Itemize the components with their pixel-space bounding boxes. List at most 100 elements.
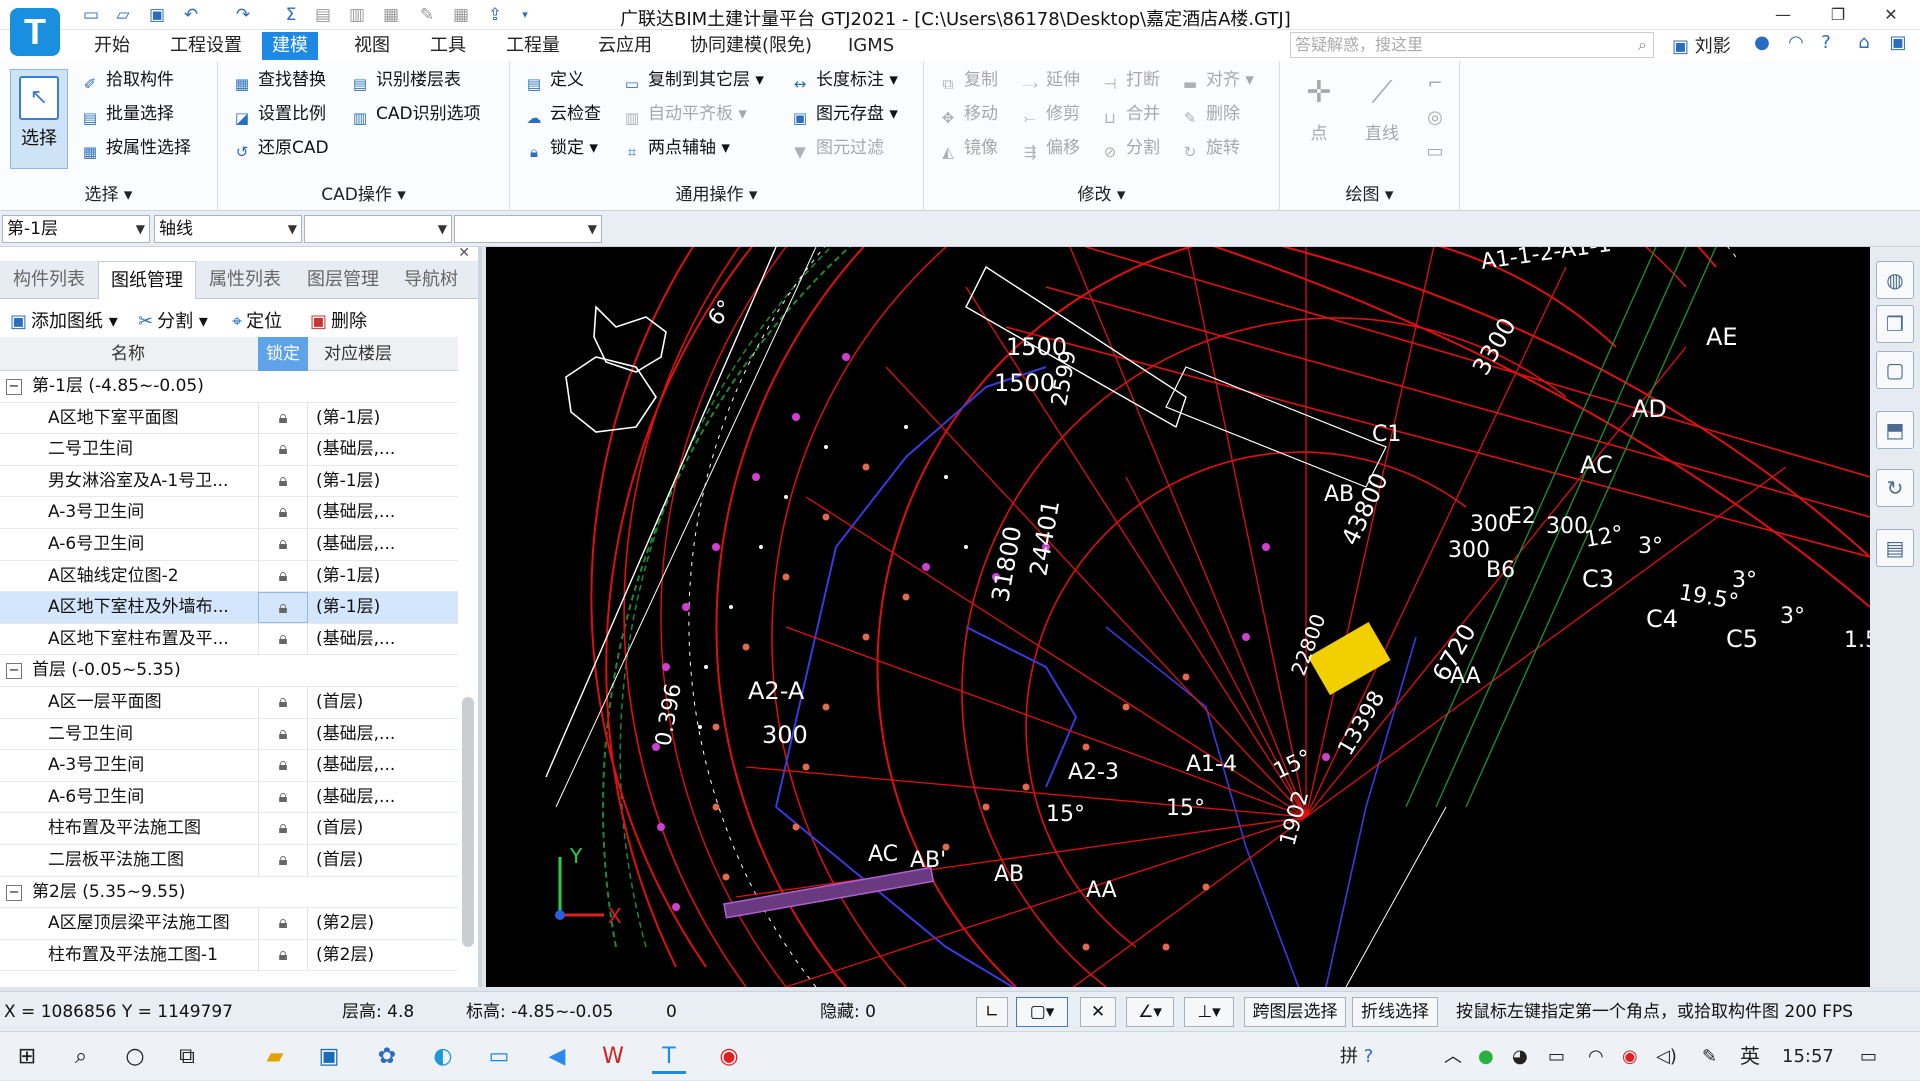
component-type-select[interactable]: 轴线 ▼ xyxy=(154,215,302,243)
globe-view-icon[interactable]: ◍ xyxy=(1876,261,1914,299)
cross-layer-select-button[interactable]: 跨图层选择 xyxy=(1244,997,1346,1027)
floor-select[interactable]: 第-1层 ▼ xyxy=(2,215,150,243)
save-elements-button[interactable]: ▣ 图元存盘 ▾ xyxy=(788,99,898,129)
save-icon[interactable]: ▣ xyxy=(146,4,168,26)
table-row[interactable]: A区地下室柱布置及平... 🔒︎ (基础层,... xyxy=(0,623,458,656)
panel-scrollbar[interactable] xyxy=(462,697,474,947)
headset-icon[interactable]: ◠ xyxy=(1784,32,1808,58)
redo-icon[interactable]: ↷ xyxy=(232,4,254,26)
group-label-draw[interactable]: 绘图 ▾ xyxy=(1280,180,1459,205)
view-cube-icon[interactable]: ⬒ xyxy=(1876,411,1914,449)
check-icon[interactable]: ▦ xyxy=(380,4,402,26)
table-row[interactable]: A区轴线定位图-2 🔒︎ (第-1层) xyxy=(0,560,458,593)
lock-icon[interactable]: 🔒︎ xyxy=(258,939,308,971)
mirror-button[interactable]: ◭ 镜像 xyxy=(936,133,998,163)
close-button[interactable]: ✕ xyxy=(1876,3,1906,27)
cad-canvas[interactable]: A1-1-2-A1-1 1500 1500 2599 31800 24401 4… xyxy=(486,247,1870,987)
group-label-common[interactable]: 通用操作 ▾ xyxy=(510,180,923,205)
tab-property-list[interactable]: 属性列表 xyxy=(196,261,294,299)
table-row[interactable]: A区一层平面图 🔒︎ (首层) xyxy=(0,687,458,719)
menu-quantity[interactable]: 工程量 xyxy=(496,32,570,60)
app-window-icon[interactable]: ▭ xyxy=(482,1040,516,1074)
lock-icon[interactable]: 🔒︎ xyxy=(258,434,308,466)
lock-icon[interactable]: 🔒︎ xyxy=(258,687,308,718)
battery-icon[interactable]: ▭ xyxy=(1548,1032,1565,1081)
grid-icon[interactable]: ▦ xyxy=(450,4,472,26)
lock-icon[interactable]: 🔒︎ xyxy=(258,750,308,782)
store-icon[interactable]: ▣ xyxy=(312,1040,346,1074)
menu-tools[interactable]: 工具 xyxy=(420,32,476,60)
netease-tray-icon[interactable]: ◉ xyxy=(1622,1032,1638,1081)
search-icon[interactable]: ⌕ xyxy=(1638,33,1647,57)
wps-icon[interactable]: W xyxy=(596,1040,630,1074)
identify-floor-table-button[interactable]: ▤ 识别楼层表 xyxy=(348,65,461,95)
move-button[interactable]: ✥ 移动 xyxy=(936,99,998,129)
edge-icon[interactable]: ◐ xyxy=(426,1040,460,1074)
snap-icon[interactable]: ▢▾ xyxy=(1016,997,1068,1027)
offset-button[interactable]: ⇶ 偏移 xyxy=(1018,133,1080,163)
arc-icon[interactable]: ⌐ xyxy=(1420,67,1450,101)
lock-icon[interactable]: 🔒︎ xyxy=(258,402,308,434)
lock-button[interactable]: 🔒︎ 锁定 ▾ xyxy=(522,133,598,163)
select-big-button[interactable]: ↖ 选择 xyxy=(10,69,68,169)
restore-button[interactable]: ❐ xyxy=(1823,3,1853,27)
table-row[interactable]: 柱布置及平法施工图 🔒︎ (首层) xyxy=(0,813,458,845)
qq-icon[interactable]: ◕ xyxy=(1512,1032,1528,1081)
rotate-button[interactable]: ↻ 旋转 xyxy=(1178,133,1240,163)
lock-icon[interactable]: 🔒︎ xyxy=(258,529,308,560)
minimize-button[interactable]: — xyxy=(1768,3,1798,27)
extend-button[interactable]: ⤏ 延伸 xyxy=(1018,65,1080,95)
table-row[interactable]: 柱布置及平法施工图-1 🔒︎ (第2层) xyxy=(0,939,458,971)
tree-group-row[interactable]: − 首层 (-0.05~5.35) xyxy=(0,655,458,687)
search-icon[interactable]: ⌕ xyxy=(64,1040,98,1074)
cloud-check-button[interactable]: ☁ 云检查 xyxy=(522,99,602,129)
define-button[interactable]: ▤ 定义 xyxy=(522,65,584,95)
align-button[interactable]: ▬ 对齐 ▾ xyxy=(1178,65,1254,95)
angle-icon[interactable]: ∠▾ xyxy=(1126,997,1174,1027)
add-drawing-button[interactable]: ▣ 添加图纸 ▾ xyxy=(10,307,118,333)
ortho-icon[interactable]: ∟ xyxy=(976,997,1008,1027)
header-lock[interactable]: 锁定 xyxy=(258,337,308,371)
menu-view[interactable]: 视图 xyxy=(344,32,400,60)
header-name[interactable]: 名称 xyxy=(0,337,256,371)
restore-cad-button[interactable]: ↺ 还原CAD xyxy=(230,133,329,163)
table-row[interactable]: 二号卫生间 🔒︎ (基础层,... xyxy=(0,434,458,466)
table-row[interactable]: A区屋顶层梁平法施工图 🔒︎ (第2层) xyxy=(0,908,458,940)
lock-icon[interactable]: 🔒︎ xyxy=(258,560,308,592)
glodon-taskbar-icon[interactable]: T xyxy=(652,1040,686,1074)
lock-icon[interactable]: 🔒︎ xyxy=(258,592,308,624)
wechat-icon[interactable]: ● xyxy=(1478,1032,1494,1081)
export-icon[interactable]: ⇪ xyxy=(484,4,506,26)
lock-icon[interactable]: 🔒︎ xyxy=(258,718,308,750)
dynamic-input-icon[interactable]: ⊥▾ xyxy=(1184,997,1234,1027)
cortana-icon[interactable]: ○ xyxy=(118,1040,152,1074)
line-button[interactable]: ⟋ 直线 xyxy=(1354,67,1410,151)
tree-group-row[interactable]: − 第2层 (5.35~9.55) xyxy=(0,877,458,909)
customize-dropdown-icon[interactable]: ▾ xyxy=(514,4,536,26)
new-file-icon[interactable]: ▭ xyxy=(80,4,102,26)
pen-icon[interactable]: ✎ xyxy=(416,4,438,26)
report-icon[interactable]: ▤ xyxy=(312,4,334,26)
tab-drawing-management[interactable]: 图纸管理 xyxy=(98,261,196,299)
menu-igms[interactable]: IGMS xyxy=(838,32,904,60)
break-button[interactable]: ⊣ 打断 xyxy=(1098,65,1160,95)
view-3d-icon[interactable]: ❒ xyxy=(1876,305,1914,343)
view-top-icon[interactable]: ▢ xyxy=(1876,351,1914,389)
subcomponent-select[interactable]: ▼ xyxy=(454,215,602,243)
netease-icon[interactable]: ◉ xyxy=(712,1040,746,1074)
batch-select-button[interactable]: ▤ 批量选择 xyxy=(78,99,174,129)
wifi-icon[interactable]: ◠ xyxy=(1588,1032,1604,1081)
table-row[interactable]: A区地下室平面图 🔒︎ (第-1层) xyxy=(0,402,458,435)
menu-modeling[interactable]: 建模 xyxy=(262,32,318,60)
menu-collab[interactable]: 协同建模(限免) xyxy=(680,32,822,60)
group-label-modify[interactable]: 修改 ▾ xyxy=(924,180,1279,205)
cad-options-button[interactable]: ▥ CAD识别选项 xyxy=(348,99,481,129)
undo-icon[interactable]: ↶ xyxy=(180,4,202,26)
lock-icon[interactable]: 🔒︎ xyxy=(258,781,308,813)
table-row[interactable]: 二号卫生间 🔒︎ (基础层,... xyxy=(0,718,458,751)
tab-navigation-tree[interactable]: 导航树 xyxy=(382,261,480,299)
open-folder-icon[interactable]: ▱ xyxy=(112,4,134,26)
search-input[interactable]: 答疑解惑，搜这里 ⌕ xyxy=(1290,32,1654,58)
lock-icon[interactable]: 🔒︎ xyxy=(258,623,308,655)
lock-icon[interactable]: 🔒︎ xyxy=(258,497,308,529)
